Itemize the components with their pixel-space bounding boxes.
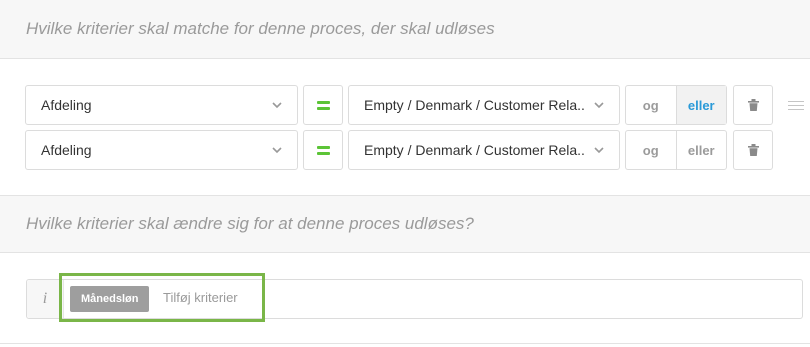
bottom-divider — [0, 343, 810, 344]
rule-2-logic-toggle: og eller — [625, 130, 727, 170]
change-criteria-title: Hvilke kriterier skal ændre sig for at d… — [26, 214, 474, 233]
rule-1-field-value: Afdeling — [41, 97, 92, 113]
rule-1-operator-button[interactable] — [303, 85, 343, 125]
highlight-box — [59, 273, 265, 322]
chevron-down-icon — [272, 147, 282, 154]
drag-handle-icon[interactable] — [788, 101, 804, 110]
rule-2-delete-button[interactable] — [733, 130, 773, 170]
rule-1-field-select[interactable]: Afdeling — [25, 85, 298, 125]
rule-1-or-option[interactable]: eller — [675, 86, 726, 124]
trash-icon — [747, 144, 759, 156]
equals-icon — [316, 100, 330, 110]
match-criteria-header: Hvilke kriterier skal matche for denne p… — [0, 0, 810, 59]
rule-2-and-option[interactable]: og — [626, 131, 676, 169]
trash-icon — [747, 99, 759, 111]
chevron-down-icon — [272, 102, 282, 109]
rule-2-value-select[interactable]: Empty / Denmark / Customer Rela... — [348, 130, 620, 170]
rule-1-value-select[interactable]: Empty / Denmark / Customer Rela... — [348, 85, 620, 125]
rule-2-or-option[interactable]: eller — [675, 131, 727, 169]
rule-1-value-text: Empty / Denmark / Customer Rela... — [364, 97, 586, 113]
rule-1-and-option[interactable]: og — [626, 86, 676, 124]
rule-2-operator-button[interactable] — [303, 130, 343, 170]
rule-2-value-text: Empty / Denmark / Customer Rela... — [364, 142, 586, 158]
equals-icon — [316, 145, 330, 155]
chevron-down-icon — [594, 102, 604, 109]
change-criteria-header: Hvilke kriterier skal ændre sig for at d… — [0, 195, 810, 253]
rule-1-delete-button[interactable] — [733, 85, 773, 125]
chevron-down-icon — [594, 147, 604, 154]
rule-1-logic-toggle: og eller — [625, 85, 727, 125]
match-criteria-title: Hvilke kriterier skal matche for denne p… — [26, 19, 495, 38]
rule-2-field-select[interactable]: Afdeling — [25, 130, 298, 170]
rule-2-field-value: Afdeling — [41, 142, 92, 158]
